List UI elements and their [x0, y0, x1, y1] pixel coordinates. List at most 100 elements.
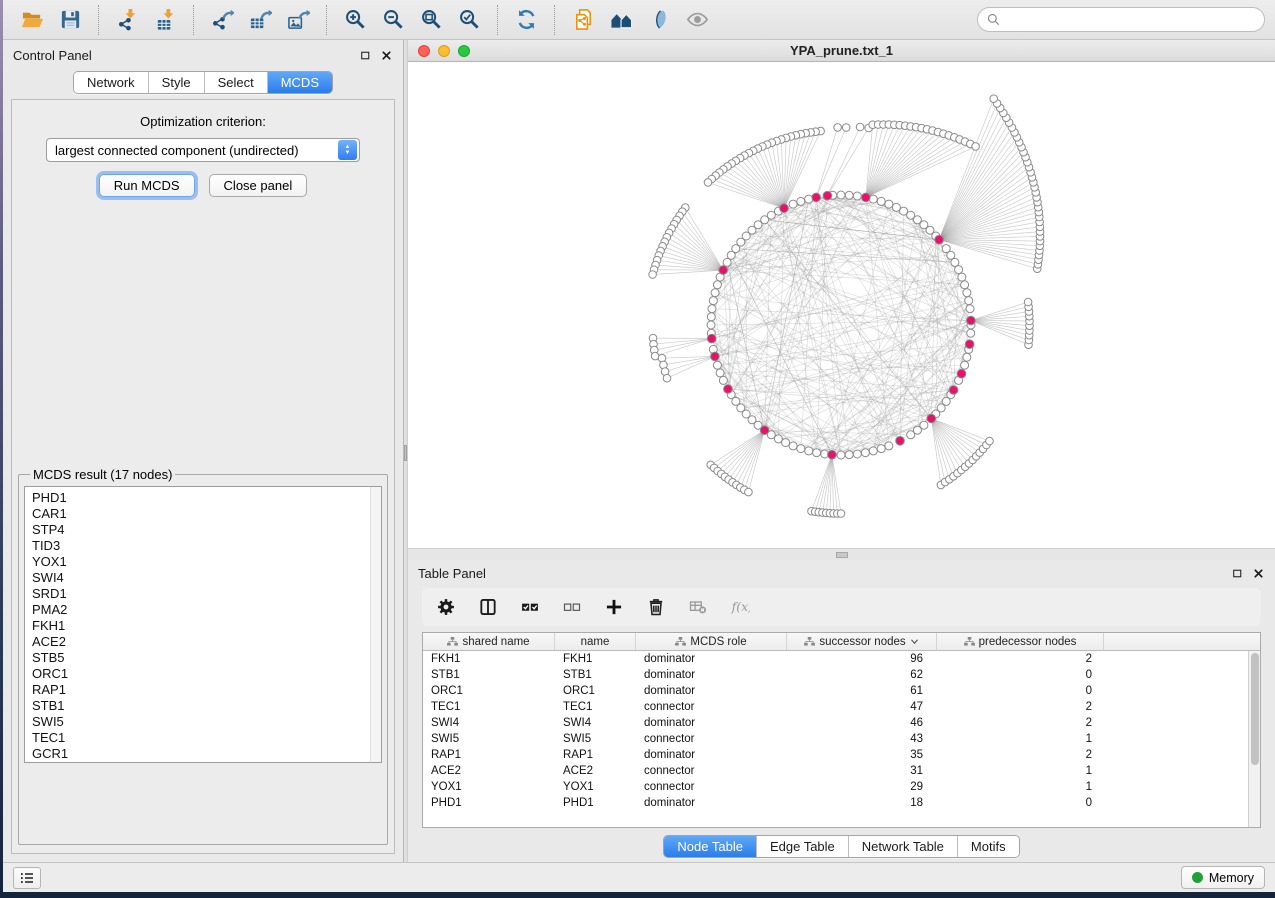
list-item[interactable]: STB1: [32, 698, 370, 714]
list-item[interactable]: SWI5: [32, 714, 370, 730]
window-minimize-button[interactable]: [438, 45, 450, 57]
list-item[interactable]: GCR1: [32, 746, 370, 762]
toolbar-separator: [497, 5, 498, 35]
graphics-details-icon[interactable]: [642, 4, 676, 36]
run-mcds-button[interactable]: Run MCDS: [99, 174, 195, 197]
list-item[interactable]: ORC1: [32, 666, 370, 682]
table-panel: Table Panel f(x) shared namenameMCDS rol…: [408, 560, 1275, 862]
column-header-successor-nodes[interactable]: successor nodes: [787, 633, 937, 650]
tab-mcds[interactable]: MCDS: [267, 72, 332, 93]
network-canvas[interactable]: [408, 62, 1275, 548]
table-row[interactable]: STB1STB1dominator620: [423, 667, 1260, 683]
export-image-icon[interactable]: [281, 4, 315, 36]
import-network-icon[interactable]: [110, 4, 144, 36]
list-item[interactable]: YOX1: [32, 554, 370, 570]
float-panel-icon[interactable]: [1231, 567, 1244, 580]
toolbar-separator: [98, 5, 99, 35]
table-row[interactable]: FKH1FKH1dominator962: [423, 651, 1260, 667]
splitter-handle[interactable]: [836, 552, 848, 558]
export-table-icon[interactable]: [243, 4, 277, 36]
table-row[interactable]: YOX1YOX1connector291: [423, 779, 1260, 795]
horizontal-splitter[interactable]: [408, 548, 1275, 560]
node-table: shared namenameMCDS rolesuccessor nodesp…: [422, 632, 1261, 828]
close-panel-button[interactable]: Close panel: [209, 174, 308, 197]
table-toolbar: f(x): [422, 588, 1261, 626]
deselect-all-columns-icon[interactable]: [560, 594, 584, 620]
list-item[interactable]: SRD1: [32, 586, 370, 602]
cell-mcds_role: dominator: [636, 685, 787, 697]
optimization-criterion-select[interactable]: largest connected component (undirected)…: [46, 138, 360, 162]
network-graph[interactable]: [408, 62, 1275, 548]
list-item[interactable]: ACE2: [32, 634, 370, 650]
tab-edge-table[interactable]: Edge Table: [756, 836, 848, 857]
list-item[interactable]: CAR1: [32, 506, 370, 522]
window-zoom-button[interactable]: [458, 45, 470, 57]
splitter-handle[interactable]: [404, 445, 407, 461]
scrollbar-thumb[interactable]: [1251, 653, 1259, 765]
columns-icon[interactable]: [476, 594, 500, 620]
delete-column-icon[interactable]: [644, 594, 668, 620]
close-panel-icon[interactable]: [1252, 567, 1265, 580]
zoom-out-icon[interactable]: [376, 4, 410, 36]
tab-network-table[interactable]: Network Table: [848, 836, 957, 857]
result-list-scrollbar[interactable]: [370, 487, 381, 762]
list-item[interactable]: RAP1: [32, 682, 370, 698]
tab-select[interactable]: Select: [204, 72, 267, 93]
list-item[interactable]: TEC1: [32, 730, 370, 746]
cell-shared_name: YOX1: [423, 781, 555, 793]
table-row[interactable]: SWI5SWI5connector431: [423, 731, 1260, 747]
cell-mcds_role: connector: [636, 765, 787, 777]
table-row[interactable]: SWI4SWI4dominator462: [423, 715, 1260, 731]
settings-icon[interactable]: [434, 594, 458, 620]
list-item[interactable]: FKH1: [32, 618, 370, 634]
list-item[interactable]: PMA2: [32, 602, 370, 618]
list-item[interactable]: STP4: [32, 522, 370, 538]
table-row[interactable]: TEC1TEC1connector472: [423, 699, 1260, 715]
tab-network[interactable]: Network: [74, 72, 148, 93]
select-all-columns-icon[interactable]: [518, 594, 542, 620]
delete-table-icon: [686, 594, 710, 620]
vertical-splitter[interactable]: [403, 40, 408, 862]
mcds-result-group: MCDS result (17 nodes) PHD1CAR1STP4TID3Y…: [18, 467, 388, 845]
open-file-icon[interactable]: [15, 4, 49, 36]
clone-network-icon[interactable]: [566, 4, 600, 36]
table-row[interactable]: ACE2ACE2connector311: [423, 763, 1260, 779]
table-scrollbar[interactable]: [1248, 651, 1260, 827]
search-input[interactable]: [1006, 13, 1256, 27]
close-panel-icon[interactable]: [380, 49, 393, 62]
search-box[interactable]: [977, 7, 1265, 32]
table-row[interactable]: ORC1ORC1dominator610: [423, 683, 1260, 699]
save-session-icon[interactable]: [53, 4, 87, 36]
tab-motifs[interactable]: Motifs: [957, 836, 1019, 857]
refresh-icon[interactable]: [509, 4, 543, 36]
cell-shared_name: RAP1: [423, 749, 555, 761]
tab-style[interactable]: Style: [148, 72, 204, 93]
list-item[interactable]: TID3: [32, 538, 370, 554]
network-overview-icon[interactable]: [604, 4, 638, 36]
show-panels-button[interactable]: [13, 867, 41, 889]
table-row[interactable]: RAP1RAP1dominator352: [423, 747, 1260, 763]
list-item[interactable]: STB5: [32, 650, 370, 666]
zoom-selected-icon[interactable]: [452, 4, 486, 36]
table-row[interactable]: PHD1PHD1dominator180: [423, 795, 1260, 811]
list-item[interactable]: SWI4: [32, 570, 370, 586]
column-header-mcds-role[interactable]: MCDS role: [636, 633, 787, 650]
memory-status-icon: [1192, 872, 1203, 883]
list-item[interactable]: PHD1: [32, 490, 370, 506]
cell-name: TEC1: [555, 701, 636, 713]
window-close-button[interactable]: [418, 45, 430, 57]
column-header-shared-name[interactable]: shared name: [423, 633, 555, 650]
zoom-fit-icon[interactable]: [414, 4, 448, 36]
add-column-icon[interactable]: [602, 594, 626, 620]
export-network-icon[interactable]: [205, 4, 239, 36]
import-table-icon[interactable]: [148, 4, 182, 36]
criterion-selected-value: largest connected component (undirected): [47, 143, 338, 158]
cell-name: RAP1: [555, 749, 636, 761]
zoom-in-icon[interactable]: [338, 4, 372, 36]
memory-button[interactable]: Memory: [1181, 866, 1265, 889]
column-header-name[interactable]: name: [555, 633, 636, 650]
column-header-predecessor-nodes[interactable]: predecessor nodes: [937, 633, 1104, 650]
tab-node-table[interactable]: Node Table: [664, 836, 756, 857]
cell-name: ORC1: [555, 685, 636, 697]
float-panel-icon[interactable]: [359, 49, 372, 62]
